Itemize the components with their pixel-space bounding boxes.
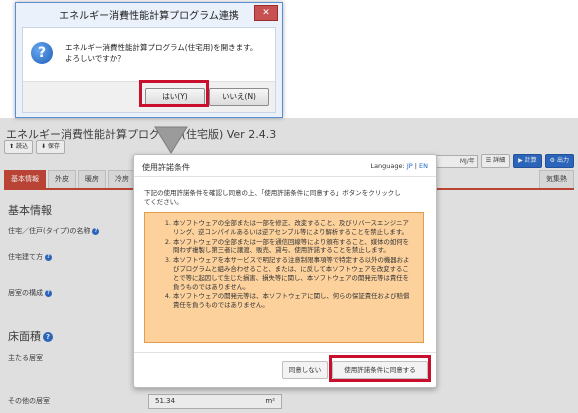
close-button[interactable]: ✕ [254, 5, 278, 21]
modal-title: 使用許諾条件 [142, 163, 190, 172]
language-switch: Language: JP | EN [370, 162, 428, 170]
language-label: Language: [370, 162, 405, 170]
divider [134, 352, 436, 353]
term-item: 本ソフトウェアを本サービスで明記する注意制限事項等で特定する以外の機器およびプロ… [173, 256, 415, 291]
term-item: 本ソフトウェアの全部または一部を修正、改変すること、及びリバースエンジニアリング… [173, 219, 415, 237]
dialog-title: エネルギー消費性能計算プログラム連携 [59, 11, 239, 22]
agree-button-highlight [329, 355, 431, 382]
disagree-button[interactable]: 同意しない [282, 361, 328, 379]
no-button[interactable]: いいえ(N) [209, 88, 269, 106]
yes-button-highlight [139, 80, 209, 107]
lang-en-link[interactable]: EN [419, 162, 428, 170]
divider [134, 176, 436, 177]
terms-list: 本ソフトウェアの全部または一部を修正、改変すること、及びリバースエンジニアリング… [173, 219, 415, 310]
dialog-message-line2: よろしいですか？ [65, 54, 125, 63]
question-icon: ? [31, 42, 53, 64]
term-item: 本ソフトウェアの全部または一部を通信回線等により頒布すること、媒体の如何を問わず… [173, 238, 415, 256]
dialog-message-line1: エネルギー消費性能計算プログラム(住宅用)を開きます。 [65, 43, 258, 52]
lang-separator: | [414, 162, 417, 170]
term-item: 本ソフトウェアの開発元等は、本ソフトウェアに関し、何らの保証責任および賠償責任を… [173, 292, 415, 310]
down-arrow-icon [154, 126, 188, 154]
modal-description-line2: てください。 [144, 198, 183, 206]
license-terms-box[interactable]: 本ソフトウェアの全部または一部を修正、改変すること、及びリバースエンジニアリング… [144, 212, 424, 343]
license-modal: 使用許諾条件 Language: JP | EN 下記の使用許諾条件を確認し同意… [133, 154, 437, 388]
lang-jp-link[interactable]: JP [407, 162, 413, 170]
dialog-titlebar: エネルギー消費性能計算プログラム連携 ✕ [16, 3, 282, 23]
